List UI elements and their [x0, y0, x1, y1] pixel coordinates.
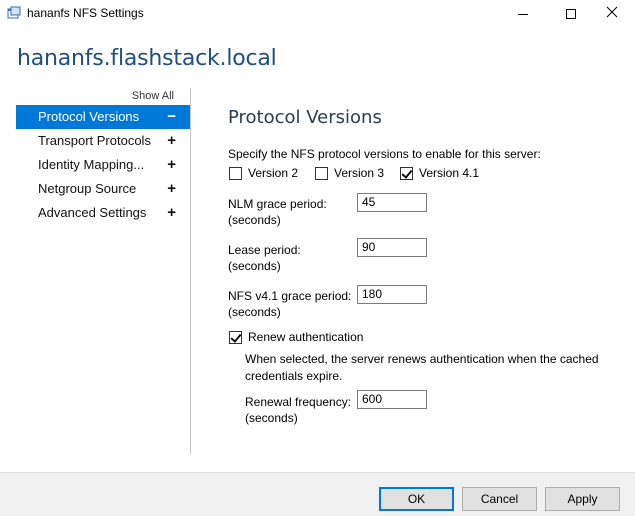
apply-button[interactable]: Apply	[545, 487, 620, 511]
renew-authentication-option[interactable]: Renew authentication	[229, 330, 363, 344]
renewal-frequency-label-line1: Renewal frequency:	[245, 395, 352, 409]
nfs41-grace-label-line1: NFS v4.1 grace period:	[228, 289, 352, 303]
renewal-frequency-label: Renewal frequency: (seconds)	[245, 394, 351, 426]
nfs41-grace-label: NFS v4.1 grace period: (seconds)	[228, 288, 351, 320]
expand-icon: +	[167, 180, 176, 197]
version-4-1-checkbox[interactable]	[400, 166, 413, 180]
cancel-button[interactable]: Cancel	[462, 487, 537, 511]
nfs41-grace-period-input[interactable]: 180	[357, 285, 427, 304]
title-bar: hananfs NFS Settings	[0, 0, 635, 27]
versions-instruction: Specify the NFS protocol versions to ena…	[228, 147, 541, 161]
nlm-grace-period-input[interactable]: 45	[357, 193, 427, 212]
collapse-icon: −	[167, 108, 176, 125]
checkbox-label: Renew authentication	[248, 330, 364, 344]
lease-period-label: Lease period: (seconds)	[228, 242, 301, 274]
nlm-grace-label-line2: (seconds)	[228, 213, 281, 227]
nav-item-transport-protocols[interactable]: Transport Protocols +	[16, 129, 190, 153]
renew-authentication-checkbox[interactable]	[229, 330, 242, 344]
nfs-settings-app-icon	[7, 6, 21, 20]
ok-button[interactable]: OK	[379, 487, 454, 511]
version-2-checkbox[interactable]	[229, 166, 242, 180]
nav-item-protocol-versions[interactable]: Protocol Versions −	[16, 105, 190, 129]
nfs41-grace-label-line2: (seconds)	[228, 305, 281, 319]
version-2-option[interactable]: Version 2	[229, 166, 298, 180]
nlm-grace-label-line1: NLM grace period:	[228, 197, 327, 211]
nav-item-label: Transport Protocols	[38, 133, 151, 148]
renewal-frequency-input[interactable]: 600	[357, 390, 427, 409]
nlm-grace-label: NLM grace period: (seconds)	[228, 196, 327, 228]
nav-item-advanced-settings[interactable]: Advanced Settings +	[16, 201, 190, 225]
dialog-footer: OK Cancel Apply	[0, 472, 635, 516]
nav-item-label: Advanced Settings	[38, 205, 147, 220]
server-name-heading: hananfs.flashstack.local	[17, 46, 277, 71]
version-3-checkbox[interactable]	[315, 166, 328, 180]
expand-icon: +	[167, 156, 176, 173]
version-4-1-option[interactable]: Version 4.1	[400, 166, 479, 180]
lease-period-label-line1: Lease period:	[228, 243, 301, 257]
close-button[interactable]	[589, 0, 635, 27]
window-title: hananfs NFS Settings	[27, 6, 144, 20]
nav-divider	[190, 88, 191, 454]
checkbox-label: Version 3	[334, 166, 385, 180]
close-icon	[606, 6, 618, 21]
renew-authentication-description: When selected, the server renews authent…	[245, 351, 615, 385]
maximize-button[interactable]	[548, 0, 594, 27]
expand-icon: +	[167, 204, 176, 221]
description-line2: credentials expire.	[245, 369, 343, 383]
nav-item-label: Netgroup Source	[38, 181, 137, 196]
section-title: Protocol Versions	[228, 107, 382, 128]
minimize-button[interactable]	[500, 0, 546, 27]
nav-item-identity-mapping[interactable]: Identity Mapping... +	[16, 153, 190, 177]
expand-icon: +	[167, 132, 176, 149]
nav-item-label: Identity Mapping...	[38, 157, 145, 172]
show-all-link[interactable]: Show All	[132, 90, 174, 102]
description-line1: When selected, the server renews authent…	[245, 352, 599, 366]
nav-item-netgroup-source[interactable]: Netgroup Source +	[16, 177, 190, 201]
lease-period-label-line2: (seconds)	[228, 259, 281, 273]
renewal-frequency-label-line2: (seconds)	[245, 411, 298, 425]
nav-item-label: Protocol Versions	[38, 109, 140, 124]
lease-period-input[interactable]: 90	[357, 238, 427, 257]
checkbox-label: Version 4.1	[419, 166, 480, 180]
checkbox-label: Version 2	[248, 166, 299, 180]
version-3-option[interactable]: Version 3	[315, 166, 384, 180]
